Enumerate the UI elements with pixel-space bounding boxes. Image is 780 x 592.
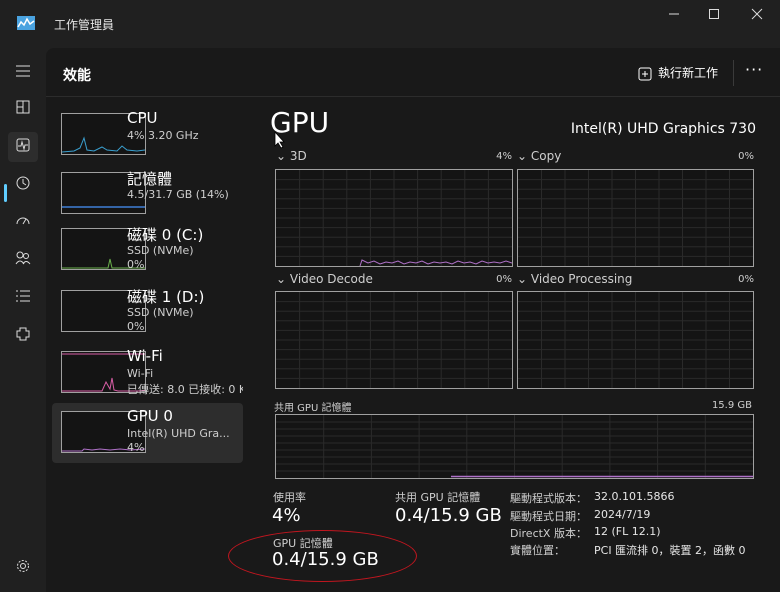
driver-version-label: 驅動程式版本： [510, 492, 587, 505]
chevron-down-icon: ⌄ [517, 149, 531, 163]
device-detail: SSD (NVMe) [127, 244, 194, 257]
device-name: CPU [127, 109, 158, 127]
gpu-model-name: Intel(R) UHD Graphics 730 [570, 121, 756, 137]
driver-date-value: 2024/7/19 [594, 508, 651, 521]
settings-icon[interactable] [8, 553, 38, 583]
shared-memory-max: 15.9 GB [711, 400, 752, 411]
engine-name: Video Processing [530, 272, 633, 286]
shared-memory-graph-label: 共用 GPU 記憶體 [274, 403, 352, 414]
device-item-disk-1[interactable]: 磁碟 1 (D:) SSD (NVMe) 0% [52, 282, 243, 342]
device-detail: Wi-Fi [127, 367, 154, 380]
device-detail: 4.5/31.7 GB (14%) [127, 188, 229, 201]
device-item-gpu-0[interactable]: GPU 0 Intel(R) UHD Gra... 4% [52, 403, 243, 463]
close-icon [751, 8, 763, 20]
device-item-cpu[interactable]: CPU 4% 3.20 GHz [52, 105, 243, 165]
highlight-ellipse [228, 530, 417, 582]
startup-icon[interactable] [8, 208, 38, 238]
maximize-button[interactable] [699, 6, 729, 26]
driver-date-label: 驅動程式日期： [510, 510, 587, 523]
chevron-down-icon: ⌄ [276, 272, 290, 286]
device-item-memory[interactable]: 記憶體 4.5/31.7 GB (14%) [52, 164, 243, 224]
users-icon[interactable] [8, 245, 38, 275]
maximize-icon [709, 9, 719, 19]
details-icon[interactable] [8, 283, 38, 313]
minimize-button[interactable] [659, 6, 689, 26]
run-new-task-button[interactable]: 執行新工作 [638, 64, 718, 84]
services-icon[interactable] [8, 321, 38, 351]
engine-name: 3D [289, 149, 307, 163]
device-detail-2: 0% [127, 320, 145, 333]
engine-video-decode-graph [275, 291, 513, 389]
engine-3d-graph [275, 169, 513, 267]
hamburger-icon[interactable] [8, 58, 38, 88]
directx-version-value: 12 (FL 12.1) [594, 525, 661, 538]
processes-icon[interactable] [8, 94, 38, 124]
device-name: 磁碟 0 (C:) [127, 226, 204, 244]
device-detail-2: 4% [127, 441, 145, 454]
engine-video-processing-graph [517, 291, 754, 389]
utilization-value: 4% [272, 505, 301, 526]
device-detail: SSD (NVMe) [127, 306, 194, 319]
directx-version-label: DirectX 版本： [510, 527, 587, 540]
performance-icon[interactable] [8, 132, 38, 162]
engine-percent: 0% [496, 274, 512, 285]
shared-memory-label: 共用 GPU 記憶體 [395, 491, 481, 504]
device-detail-2: 0% [127, 258, 145, 271]
task-manager-app-icon [17, 16, 35, 30]
utilization-label: 使用率 [273, 491, 306, 504]
device-name: 磁碟 1 (D:) [127, 288, 205, 306]
history-icon[interactable] [8, 170, 38, 200]
chevron-down-icon: ⌄ [517, 272, 531, 286]
minimize-icon [669, 13, 679, 15]
engine-percent: 4% [496, 151, 512, 162]
engine-percent: 0% [738, 274, 754, 285]
page-title: 效能 [63, 68, 91, 84]
device-name: 記憶體 [127, 170, 173, 188]
device-name: Wi-Fi [127, 347, 163, 365]
run-task-icon [638, 67, 652, 80]
run-task-label: 執行新工作 [658, 66, 719, 80]
shared-memory-graph [275, 414, 754, 479]
engine-copy-selector[interactable]: ⌄ Copy [517, 149, 561, 163]
physical-location-value: PCI 匯流排 0，裝置 2，函數 0 [594, 544, 746, 557]
nav-rail [0, 48, 46, 592]
window-title: 工作管理員 [54, 18, 115, 32]
mouse-cursor-icon [274, 131, 285, 149]
device-detail: 4% 3.20 GHz [127, 129, 199, 142]
engine-name: Video Decode [289, 272, 373, 286]
title-bar: 工作管理員 [0, 0, 780, 48]
physical-location-label: 實體位置： [510, 544, 565, 557]
device-name: GPU 0 [127, 407, 173, 425]
chevron-down-icon: ⌄ [276, 149, 290, 163]
driver-version-value: 32.0.101.5866 [594, 490, 675, 503]
device-item-wifi[interactable]: Wi-Fi Wi-Fi 已傳送: 8.0 已接收: 0 Kbps [52, 343, 243, 403]
device-detail-2: 已傳送: 8.0 已接收: 0 Kbps [127, 383, 243, 396]
device-detail: Intel(R) UHD Gra... [127, 427, 230, 440]
engine-percent: 0% [738, 151, 754, 162]
engine-copy-graph [517, 169, 754, 267]
active-indicator [4, 184, 7, 202]
header-divider [46, 96, 780, 97]
engine-video-decode-selector[interactable]: ⌄ Video Decode [276, 272, 373, 286]
shared-memory-value: 0.4/15.9 GB [395, 505, 502, 526]
engine-3d-selector[interactable]: ⌄ 3D [276, 149, 307, 163]
engine-video-processing-selector[interactable]: ⌄ Video Processing [517, 272, 632, 286]
engine-name: Copy [530, 149, 562, 163]
more-options-button[interactable]: ··· [745, 60, 767, 79]
close-button[interactable] [742, 6, 772, 26]
device-item-disk-0[interactable]: 磁碟 0 (C:) SSD (NVMe) 0% [52, 220, 243, 280]
header-separator [733, 60, 734, 86]
